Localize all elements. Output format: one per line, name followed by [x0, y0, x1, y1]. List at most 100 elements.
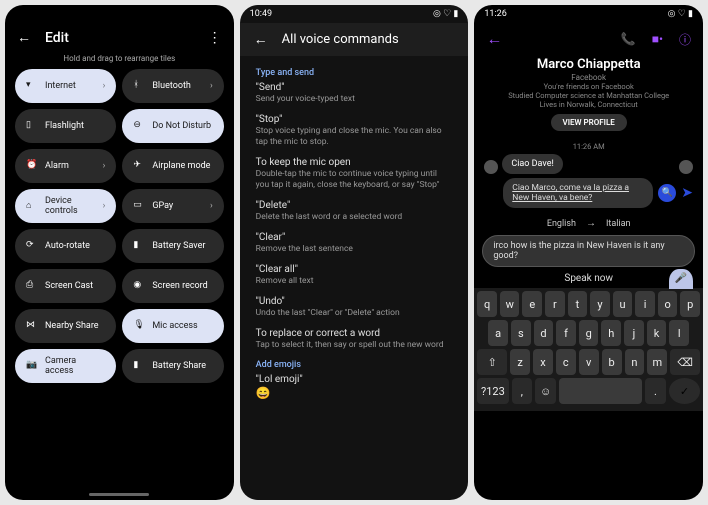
mic-icon: 🎤	[675, 273, 687, 284]
vc-description: Double-tap the mic to continue voice typ…	[256, 169, 453, 191]
qs-tile-nearby-share[interactable]: ⋈Nearby Share	[15, 309, 116, 343]
lang-from[interactable]: English	[547, 219, 576, 229]
message-bubble[interactable]: Ciao Dave!	[502, 154, 562, 174]
translate-search-icon[interactable]: 🔍	[658, 184, 676, 202]
message-bubble[interactable]: Ciao Marco, come va la pizza a New Haven…	[503, 178, 653, 208]
key-period[interactable]: .	[645, 378, 666, 404]
home-icon: ⌂	[26, 200, 38, 212]
qs-tile-alarm[interactable]: ⏰Alarm›	[15, 149, 116, 183]
tile-label: Internet	[45, 81, 76, 91]
key-t[interactable]: t	[568, 291, 588, 317]
video-icon[interactable]: ■•	[652, 32, 663, 46]
vc-item: "Clear"Remove the last sentence	[256, 232, 453, 255]
key-comma[interactable]: ,	[512, 378, 533, 404]
qs-tile-gpay[interactable]: ▭GPay›	[122, 189, 223, 223]
key-symbols[interactable]: ?123	[477, 378, 508, 404]
qs-tile-device-controls[interactable]: ⌂Device controls›	[15, 189, 116, 223]
tile-label: Camera access	[45, 356, 105, 376]
airplane-icon: ✈	[133, 160, 145, 172]
key-u[interactable]: u	[613, 291, 633, 317]
key-shift[interactable]: ⇧	[477, 349, 507, 375]
vc-command: "Stop"	[256, 114, 453, 125]
chevron-right-icon: ›	[103, 81, 106, 91]
profile-platform: Facebook	[490, 73, 687, 82]
vc-content[interactable]: Type and send "Send"Send your voice-type…	[240, 56, 469, 500]
statusbar	[5, 5, 234, 23]
qs-tile-bluetooth[interactable]: ᚼBluetooth›	[122, 69, 223, 103]
qs-tile-screen-cast[interactable]: ⎙Screen Cast	[15, 269, 116, 303]
back-icon[interactable]: ←	[254, 31, 268, 48]
cast-icon: ⎙	[26, 280, 38, 292]
dnd-icon: ⊖	[133, 120, 145, 132]
qs-tile-flashlight[interactable]: ▯Flashlight	[15, 109, 116, 143]
profile-line: You're friends on Facebook	[490, 82, 687, 91]
key-c[interactable]: c	[556, 349, 576, 375]
key-n[interactable]: n	[625, 349, 645, 375]
key-h[interactable]: h	[601, 320, 621, 346]
chat-area[interactable]: 11:26 AM Ciao Dave! Ciao Marco, come va …	[474, 137, 703, 214]
qs-tile-battery-saver[interactable]: ▮Battery Saver	[122, 229, 223, 263]
qs-tile-camera-access[interactable]: 📷Camera access	[15, 349, 116, 383]
key-j[interactable]: j	[624, 320, 644, 346]
key-enter[interactable]: ✓	[669, 378, 700, 404]
view-profile-button[interactable]: VIEW PROFILE	[551, 114, 627, 131]
qs-tile-do-not-disturb[interactable]: ⊖Do Not Disturb	[122, 109, 223, 143]
key-backspace[interactable]: ⌫	[670, 349, 700, 375]
profile-line: Studied Computer science at Manhattan Co…	[490, 91, 687, 100]
key-k[interactable]: k	[647, 320, 667, 346]
key-l[interactable]: l	[669, 320, 689, 346]
key-emoji[interactable]: ☺	[535, 378, 556, 404]
key-space[interactable]	[559, 378, 642, 404]
key-q[interactable]: q	[477, 291, 497, 317]
qs-tile-auto-rotate[interactable]: ⟳Auto-rotate	[15, 229, 116, 263]
key-p[interactable]: p	[680, 291, 700, 317]
key-w[interactable]: w	[500, 291, 520, 317]
vc-item: To keep the mic openDouble-tap the mic t…	[256, 157, 453, 191]
send-icon[interactable]: ➤	[681, 185, 693, 201]
qs-tile-airplane-mode[interactable]: ✈Airplane mode	[122, 149, 223, 183]
wifi-icon: ▾	[26, 80, 38, 92]
vc-description: Remove all text	[256, 276, 453, 287]
bluetooth-icon: ᚼ	[133, 80, 145, 92]
tile-label: Auto-rotate	[45, 241, 90, 251]
vc-command: "Undo"	[256, 296, 453, 307]
phone-messenger: 11:26 ◎ ♡ ▮ ← 📞 ■• ⓘ Marco Chiappetta Fa…	[474, 5, 703, 500]
vc-item: "Delete"Delete the last word or a select…	[256, 200, 453, 223]
lang-to[interactable]: Italian	[606, 219, 631, 229]
key-s[interactable]: s	[511, 320, 531, 346]
nav-pill[interactable]	[89, 493, 149, 496]
qs-tile-battery-share[interactable]: ▮Battery Share	[122, 349, 223, 383]
chevron-right-icon: ›	[210, 201, 213, 211]
key-o[interactable]: o	[658, 291, 678, 317]
key-v[interactable]: v	[579, 349, 599, 375]
text-input[interactable]: irco how is the pizza in New Haven is it…	[482, 235, 695, 267]
more-icon[interactable]: ⋮	[208, 30, 222, 46]
profile-card: Marco Chiappetta Facebook You're friends…	[474, 55, 703, 137]
key-z[interactable]: z	[510, 349, 530, 375]
tile-label: Nearby Share	[45, 321, 99, 331]
key-r[interactable]: r	[545, 291, 565, 317]
back-icon[interactable]: ←	[486, 29, 502, 49]
battery-icon: ▮	[133, 240, 145, 252]
qs-tile-internet[interactable]: ▾ Internet ›	[15, 69, 116, 103]
key-e[interactable]: e	[522, 291, 542, 317]
avatar[interactable]	[484, 160, 498, 174]
key-y[interactable]: y	[590, 291, 610, 317]
vc-command: "Send"	[256, 82, 453, 93]
back-icon[interactable]: ←	[17, 29, 31, 46]
mic-button[interactable]: 🎤	[669, 269, 693, 289]
qs-tile-screen-record[interactable]: ◉Screen record	[122, 269, 223, 303]
vc-item: To replace or correct a wordTap to selec…	[256, 328, 453, 351]
key-i[interactable]: i	[635, 291, 655, 317]
info-icon[interactable]: ⓘ	[679, 31, 691, 48]
key-d[interactable]: d	[534, 320, 554, 346]
key-f[interactable]: f	[556, 320, 576, 346]
key-a[interactable]: a	[488, 320, 508, 346]
key-g[interactable]: g	[579, 320, 599, 346]
qs-tile-mic-access[interactable]: 🎙Mic access	[122, 309, 223, 343]
call-icon[interactable]: 📞	[621, 32, 636, 46]
key-x[interactable]: x	[533, 349, 553, 375]
key-m[interactable]: m	[647, 349, 667, 375]
arrow-right-icon[interactable]: →	[586, 218, 596, 229]
key-b[interactable]: b	[602, 349, 622, 375]
